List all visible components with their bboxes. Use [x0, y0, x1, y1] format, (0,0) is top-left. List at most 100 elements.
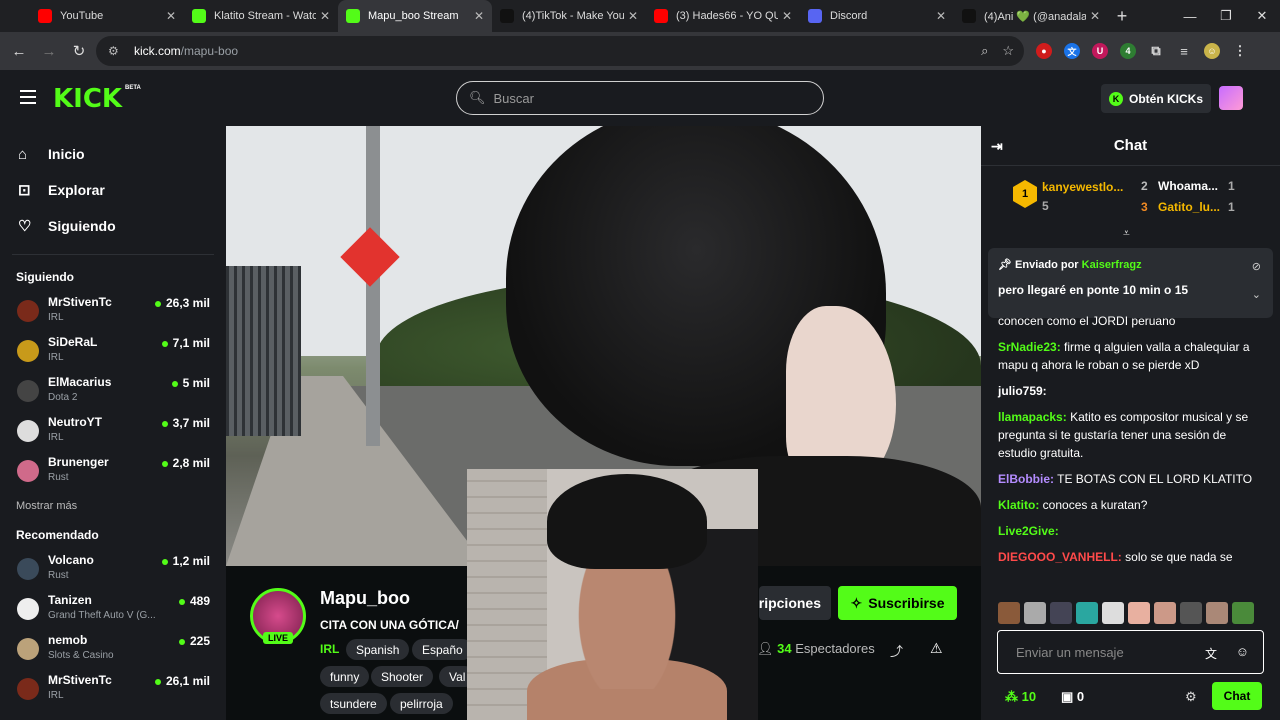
browser-tab[interactable]: (4)TikTok - Make Your ✕ [492, 0, 646, 32]
minimize-icon[interactable]: — [1172, 0, 1208, 32]
tag-pelirroja[interactable]: pelirroja [390, 693, 453, 714]
search-box[interactable]: 🔍︎ [456, 81, 824, 115]
zoom-icon[interactable]: ⌕ [981, 43, 988, 59]
emote-icon[interactable] [1232, 602, 1254, 624]
gear-icon[interactable]: ⚙ [1185, 689, 1197, 705]
close-tab-icon[interactable]: ✕ [782, 9, 792, 23]
close-tab-icon[interactable]: ✕ [166, 9, 176, 23]
translate-icon[interactable]: 文 [1205, 645, 1217, 662]
chat-username[interactable]: julio759: [998, 384, 1047, 398]
nav-inicio[interactable]: ⌂ Inicio [0, 136, 226, 172]
browser-menu-icon[interactable]: ⋮ [1232, 43, 1248, 59]
close-tab-icon[interactable]: ✕ [320, 9, 330, 23]
nav-label: Explorar [48, 182, 105, 198]
tag-shooter[interactable]: Shooter [371, 666, 434, 687]
browser-tab[interactable]: Discord ✕ [800, 0, 954, 32]
chat-username[interactable]: Klatito: [998, 498, 1039, 512]
close-tab-icon[interactable]: ✕ [1090, 9, 1100, 23]
menu-hamburger-icon[interactable] [20, 90, 36, 104]
hide-pinned-icon[interactable]: ⊘ [1252, 260, 1261, 273]
sidebar-channel[interactable]: NeutroYT IRL 3,7 mil [0, 411, 226, 451]
search-input[interactable] [493, 90, 794, 106]
emoji-icon[interactable]: ☺ [1236, 644, 1249, 659]
browser-tab[interactable]: Klatito Stream - Watch ✕ [184, 0, 338, 32]
report-icon[interactable]: ⚠ [930, 640, 943, 657]
extension-record-icon[interactable]: ● [1036, 43, 1052, 59]
browser-tab[interactable]: YouTube ✕ [30, 0, 184, 32]
sidebar-channel[interactable]: Brunenger Rust 2,8 mil [0, 451, 226, 491]
emote-icon[interactable] [998, 602, 1020, 624]
gift-box[interactable]: ▣ 0 [1061, 689, 1084, 705]
leader-expand-icon[interactable]: ⩡ [1123, 226, 1130, 241]
sidebar-channel[interactable]: nemob Slots & Casino 225 [0, 629, 226, 669]
channel-points[interactable]: ⁂ 10 [1005, 689, 1036, 705]
nav-explorar[interactable]: ⊡ Explorar [0, 172, 226, 208]
tag-espanol[interactable]: Españo [412, 639, 473, 660]
address-bar[interactable]: ⚙ kick.com/mapu-boo ⌕ ☆ [96, 36, 1024, 66]
chat-username[interactable]: llamapacks: [998, 410, 1067, 424]
browser-tab[interactable]: Mapu_boo Stream ✕ [338, 0, 492, 32]
site-info-icon[interactable]: ⚙ [108, 44, 124, 58]
close-window-icon[interactable]: ✕ [1244, 0, 1280, 32]
emote-icon[interactable] [1206, 602, 1228, 624]
chat-username[interactable]: Live2Give: [998, 524, 1059, 538]
browser-tab[interactable]: (3) Hades66 - YO QUIE ✕ [646, 0, 800, 32]
kick-logo[interactable]: KICK [53, 84, 122, 114]
close-tab-icon[interactable]: ✕ [474, 9, 484, 23]
profile-avatar-icon[interactable]: ☺ [1204, 43, 1220, 59]
collapse-chat-icon[interactable]: ⇥ [991, 138, 1003, 155]
user-avatar[interactable] [1219, 86, 1243, 110]
pinned-by-user[interactable]: Kaiserfragz [1082, 259, 1142, 271]
extension-translate-icon[interactable]: 文 [1064, 43, 1080, 59]
restore-icon[interactable]: ❐ [1208, 0, 1244, 32]
show-more-link[interactable]: Mostrar más [0, 491, 226, 521]
forward-icon[interactable]: → [34, 43, 64, 60]
emote-icon[interactable] [1024, 602, 1046, 624]
chat-username[interactable]: DIEGOOO_VANHELL: [998, 550, 1122, 564]
tag-spanish[interactable]: Spanish [346, 639, 410, 660]
emote-icon[interactable] [1102, 602, 1124, 624]
extension-green-icon[interactable]: 4 [1120, 43, 1136, 59]
channel-name[interactable]: Mapu_boo [320, 588, 410, 609]
emote-icon[interactable] [1154, 602, 1176, 624]
chat-input[interactable] [1016, 644, 1196, 660]
reload-icon[interactable]: ↻ [64, 42, 94, 60]
emote-icon[interactable] [1128, 602, 1150, 624]
close-tab-icon[interactable]: ✕ [628, 9, 638, 23]
tag-tsundere[interactable]: tsundere [320, 693, 387, 714]
pin-icon: 📌︎ [998, 259, 1012, 271]
chat-username[interactable]: SrNadie23: [998, 340, 1061, 354]
leader-2-name[interactable]: Whoama... [1158, 179, 1218, 193]
category-link[interactable]: IRL [320, 642, 339, 656]
share-icon[interactable]: ⤴ [890, 641, 903, 660]
subscriptions-button[interactable]: ripciones [759, 586, 831, 620]
emote-icon[interactable] [1180, 602, 1202, 624]
tab-title: (4)TikTok - Make Your [522, 10, 624, 22]
chat-input-box[interactable]: 文 ☺ [997, 630, 1264, 674]
sidebar-channel[interactable]: Volcano Rust 1,2 mil [0, 549, 226, 589]
emote-icon[interactable] [1076, 602, 1098, 624]
send-chat-button[interactable]: Chat [1212, 682, 1262, 710]
back-icon[interactable]: ← [4, 43, 34, 60]
sidebar-channel[interactable]: ElMacarius Dota 25 mil [0, 371, 226, 411]
browser-tab[interactable]: (4)Ani 💚 (@anadalaya ✕ [954, 0, 1108, 32]
bookmark-star-icon[interactable]: ☆ [1002, 43, 1014, 59]
extensions-puzzle-icon[interactable]: ⧉ [1148, 43, 1164, 59]
close-tab-icon[interactable]: ✕ [936, 9, 946, 23]
sidebar-channel[interactable]: SiDeRaL IRL 7,1 mil [0, 331, 226, 371]
new-tab-button[interactable]: + [1108, 6, 1136, 27]
nav-siguiendo[interactable]: ♡ Siguiendo [0, 208, 226, 244]
sidebar-channel[interactable]: Tanizen Grand Theft Auto V (G... 489 [0, 589, 226, 629]
chevron-down-icon[interactable]: ⌄ [1252, 288, 1261, 301]
sidebar-channel[interactable]: MrStivenTc IRL 26,3 mil [0, 291, 226, 331]
leader-3-name[interactable]: Gatito_lu... [1158, 200, 1220, 214]
emote-icon[interactable] [1050, 602, 1072, 624]
leader-1-name[interactable]: kanyewestlo... [1042, 180, 1123, 194]
media-control-icon[interactable]: ≡ [1176, 43, 1192, 59]
sidebar-channel[interactable]: MrStivenTc IRL 26,1 mil [0, 669, 226, 709]
tag-funny[interactable]: funny [320, 666, 370, 687]
chat-username[interactable]: ElBobbie: [998, 472, 1054, 486]
extension-shield-icon[interactable]: U [1092, 43, 1108, 59]
subscribe-button[interactable]: ✧ Suscribirse [838, 586, 957, 620]
get-kicks-button[interactable]: K Obtén KICKs [1101, 84, 1212, 113]
